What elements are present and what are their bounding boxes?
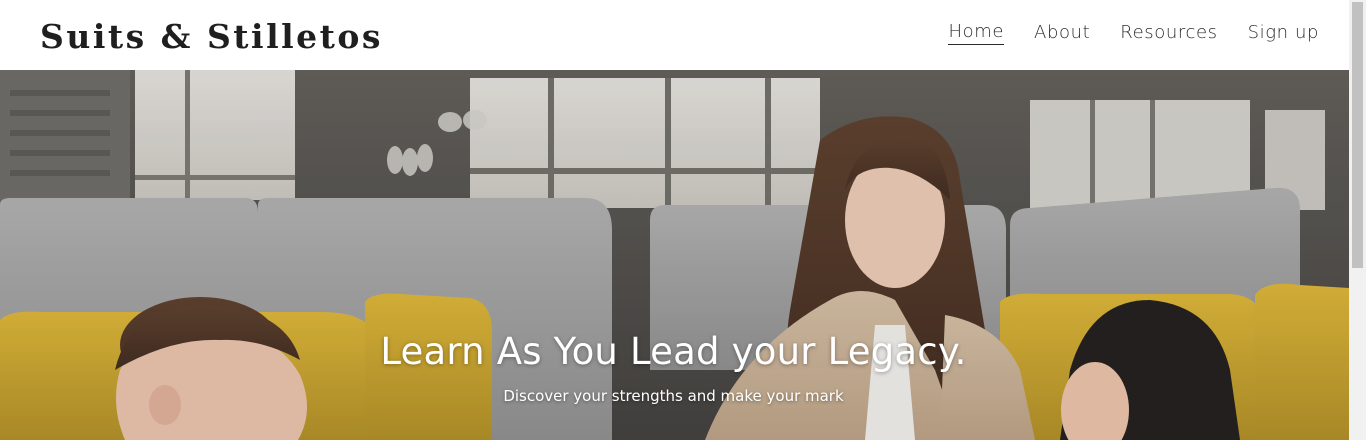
hero-section: Learn As You Lead your Legacy. Discover …: [0, 70, 1349, 440]
site-header: Suits & Stilletos Home About Resources S…: [0, 0, 1349, 70]
hero-title: Learn As You Lead your Legacy.: [380, 330, 967, 373]
hero-text-block: Learn As You Lead your Legacy. Discover …: [0, 330, 1349, 405]
hero-subtitle: Discover your strengths and make your ma…: [503, 387, 844, 405]
site-logo[interactable]: Suits & Stilletos: [40, 20, 383, 53]
nav-home-link[interactable]: Home: [948, 21, 1005, 45]
nav-resources-link[interactable]: Resources: [1120, 22, 1217, 45]
scrollbar-thumb[interactable]: [1352, 2, 1363, 268]
vertical-scrollbar[interactable]: [1349, 0, 1366, 440]
nav-about-link[interactable]: About: [1034, 22, 1090, 45]
main-nav: Home About Resources Sign up: [948, 21, 1319, 45]
page: Suits & Stilletos Home About Resources S…: [0, 0, 1366, 440]
nav-signup-link[interactable]: Sign up: [1248, 22, 1319, 45]
